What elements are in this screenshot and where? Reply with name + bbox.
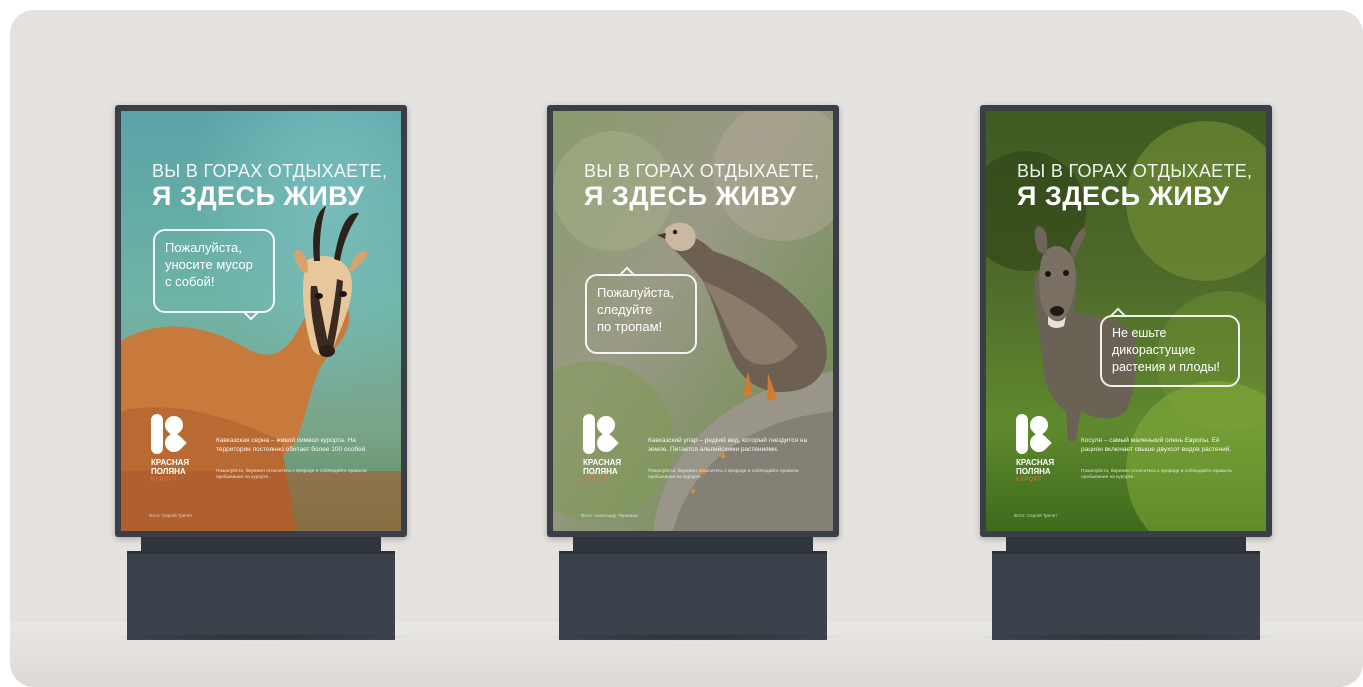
stand-neck: [1006, 537, 1246, 551]
headline-line2: Я ЗДЕСЬ ЖИВУ: [1017, 181, 1230, 211]
bubble-line: Не ешьте: [1112, 326, 1167, 340]
bubble-line: с собой!: [165, 274, 215, 289]
k-logo-icon: [151, 412, 187, 456]
brand-name-line1: КРАСНАЯ: [1016, 458, 1055, 467]
bubble-line: уносите мусор: [165, 257, 253, 272]
headline-line2: Я ЗДЕСЬ ЖИВУ: [152, 181, 365, 211]
speech-bubble: Пожалуйста, уносите мусор с собой!: [153, 229, 275, 321]
speech-bubble: Не ешьте дикорастущие растения и плоды!: [1100, 307, 1240, 387]
stand-neck: [141, 537, 381, 551]
brand-subtitle: КУРОРТ: [583, 477, 610, 483]
poster-chamois: ВЫ В ГОРАХ ОТДЫХАЕТЕ, Я ЗДЕСЬ ЖИВУ Пожал…: [121, 111, 401, 531]
photo-credit: Фото: Сергей Трепет: [149, 513, 193, 518]
bubble-line: по тропам!: [597, 319, 663, 334]
poster-stand-2: ВЫ В ГОРАХ ОТДЫХАЕТЕ, Я ЗДЕСЬ ЖИВУ Пожал…: [537, 105, 849, 641]
brand-name-line2: ПОЛЯНА: [151, 467, 186, 476]
bubble-line: Пожалуйста,: [597, 285, 674, 300]
poster-snowcock: ВЫ В ГОРАХ ОТДЫХАЕТЕ, Я ЗДЕСЬ ЖИВУ Пожал…: [553, 111, 833, 531]
fine-print: Пожалуйста, бережно относитесь к природе…: [216, 469, 367, 480]
brand-name-line1: КРАСНАЯ: [583, 458, 622, 467]
k-logo-icon: [583, 412, 619, 456]
animal-description: Косуля – самый маленький олень Европы. Е…: [1081, 437, 1232, 453]
brand-name-line2: ПОЛЯНА: [583, 467, 618, 476]
photo-credit: Фото: Александр Черников: [581, 513, 638, 518]
brand-subtitle: КУРОРТ: [151, 477, 178, 483]
fine-print: Пожалуйста, бережно относитесь к природе…: [648, 469, 799, 480]
bubble-line: следуйте: [597, 302, 653, 317]
speech-bubble: Пожалуйста, следуйте по тропам!: [585, 266, 697, 354]
photo-credit: Фото: Сергей Трепет: [1014, 513, 1058, 518]
fine-print: Пожалуйста, бережно относитесь к природе…: [1081, 469, 1232, 480]
poster-stand-1: ВЫ В ГОРАХ ОТДЫХАЕТЕ, Я ЗДЕСЬ ЖИВУ Пожал…: [105, 105, 417, 641]
bubble-line: Пожалуйста,: [165, 240, 242, 255]
bubble-line: дикорастущие: [1112, 343, 1196, 357]
headline-line1: ВЫ В ГОРАХ ОТДЫХАЕТЕ,: [152, 161, 388, 181]
animal-description: Кавказский улар – редкий вид, который гн…: [648, 437, 808, 453]
stand-shadow: [105, 633, 417, 641]
brand-subtitle: КУРОРТ: [1016, 477, 1043, 483]
stand-base: [992, 551, 1260, 640]
k-logo-icon: [1016, 412, 1052, 456]
brand-logo: КРАСНАЯ ПОЛЯНА КУРОРТ: [1016, 412, 1076, 484]
mockup-scene: ВЫ В ГОРАХ ОТДЫХАЕТЕ, Я ЗДЕСЬ ЖИВУ Пожал…: [10, 10, 1363, 687]
headline-line1: ВЫ В ГОРАХ ОТДЫХАЕТЕ,: [1017, 161, 1253, 181]
brand-name-line2: ПОЛЯНА: [1016, 467, 1051, 476]
brand-logo: КРАСНАЯ ПОЛЯНА КУРОРТ: [583, 412, 643, 484]
stand-base: [559, 551, 827, 640]
stand-shadow: [537, 633, 849, 641]
headline-line1: ВЫ В ГОРАХ ОТДЫХАЕТЕ,: [584, 161, 820, 181]
stand-neck: [573, 537, 813, 551]
stand-frame: ВЫ В ГОРАХ ОТДЫХАЕТЕ, Я ЗДЕСЬ ЖИВУ Пожал…: [115, 105, 407, 537]
stand-base: [127, 551, 395, 640]
headline-line2: Я ЗДЕСЬ ЖИВУ: [584, 181, 797, 211]
stand-shadow: [970, 633, 1282, 641]
poster-roe-deer: ВЫ В ГОРАХ ОТДЫХАЕТЕ, Я ЗДЕСЬ ЖИВУ Не еш…: [986, 111, 1266, 531]
stand-frame: ВЫ В ГОРАХ ОТДЫХАЕТЕ, Я ЗДЕСЬ ЖИВУ Пожал…: [547, 105, 839, 537]
brand-name-line1: КРАСНАЯ: [151, 458, 190, 467]
poster-stand-3: ВЫ В ГОРАХ ОТДЫХАЕТЕ, Я ЗДЕСЬ ЖИВУ Не еш…: [970, 105, 1282, 641]
animal-description: Кавказская серна – живой символ курорта.…: [216, 437, 368, 453]
stand-frame: ВЫ В ГОРАХ ОТДЫХАЕТЕ, Я ЗДЕСЬ ЖИВУ Не еш…: [980, 105, 1272, 537]
brand-logo: КРАСНАЯ ПОЛЯНА КУРОРТ: [151, 412, 211, 484]
bubble-line: растения и плоды!: [1112, 360, 1220, 374]
